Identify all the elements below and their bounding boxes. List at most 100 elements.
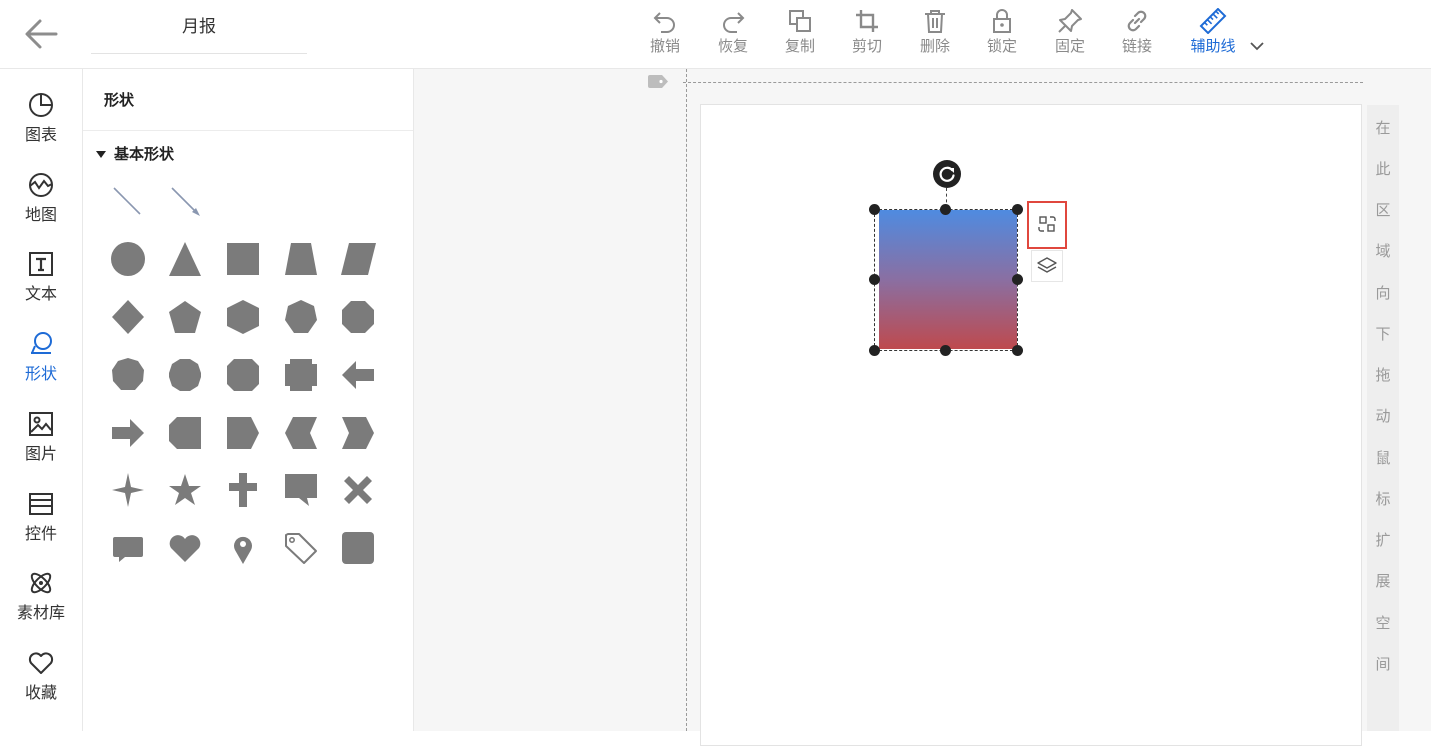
canvas-area[interactable]: 在 此 区 域 向 下 拖 动 鼠 标 扩 展 空 间 [414, 69, 1431, 746]
nav-item-map[interactable]: 地图 [0, 163, 82, 233]
shape-chevron-right[interactable] [334, 409, 382, 457]
resize-handle-top[interactable] [940, 204, 951, 215]
pin-button[interactable]: 固定 [1042, 8, 1098, 64]
star-icon [169, 474, 201, 505]
resize-handle-bottom-left[interactable] [869, 345, 880, 356]
shape-square[interactable] [219, 235, 267, 283]
shape-pentagon-arrow[interactable] [219, 409, 267, 457]
shape-cross[interactable] [219, 466, 267, 514]
trash-icon [925, 10, 945, 33]
replace-shape-button[interactable] [1027, 201, 1067, 249]
shape-arrow-line[interactable] [162, 178, 210, 226]
atom-icon [30, 572, 52, 594]
nav-label-widget: 控件 [24, 524, 57, 543]
cross-icon [229, 473, 257, 507]
pentagon-icon [169, 301, 201, 333]
layers-button[interactable] [1031, 250, 1063, 282]
hint-char: 鼠 [1375, 449, 1391, 467]
copy-label: 复制 [784, 37, 815, 55]
shape-five-point-star[interactable] [161, 466, 209, 514]
shape-trapezoid[interactable] [277, 235, 325, 283]
shape-circle[interactable] [104, 235, 152, 283]
guides-dropdown[interactable] [1248, 37, 1266, 55]
shape-dodecagon[interactable] [219, 351, 267, 399]
diamond-icon [112, 300, 144, 334]
hint-char: 空 [1375, 614, 1391, 632]
shape-notched-square[interactable] [277, 351, 325, 399]
link-button[interactable]: 链接 [1109, 8, 1165, 64]
nav-item-favorites[interactable]: 收藏 [0, 641, 82, 711]
nav-item-image[interactable]: 图片 [0, 402, 82, 472]
ruler-icon [1199, 8, 1227, 34]
shape-four-point-star[interactable] [104, 466, 152, 514]
lock-button[interactable]: 锁定 [974, 8, 1030, 64]
delete-button[interactable]: 删除 [907, 8, 963, 64]
shape-speech-bubble[interactable] [104, 524, 152, 572]
shape-left-arrow[interactable] [334, 351, 382, 399]
undo-button[interactable]: 撤销 [637, 8, 693, 64]
shape-line[interactable] [104, 178, 152, 226]
guide-handle[interactable] [646, 74, 670, 89]
shape-hexagon[interactable] [219, 293, 267, 341]
shape-triangle[interactable] [161, 235, 209, 283]
section-basic-shapes[interactable]: 基本形状 [96, 143, 174, 164]
redo-button[interactable]: 恢复 [705, 8, 761, 64]
shape-diamond[interactable] [104, 293, 152, 341]
shape-tag[interactable] [277, 524, 325, 572]
hexagon-icon [227, 300, 259, 334]
octagon-icon [342, 301, 374, 333]
back-button[interactable] [22, 16, 62, 52]
redo-icon [723, 12, 745, 33]
shape-octagon[interactable] [334, 293, 382, 341]
shape-callout[interactable] [277, 466, 325, 514]
nav-label-map: 地图 [24, 205, 57, 224]
expand-space-hint[interactable]: 在 此 区 域 向 下 拖 动 鼠 标 扩 展 空 间 [1367, 105, 1399, 731]
heart-icon [169, 535, 201, 562]
rotate-handle[interactable] [933, 160, 961, 188]
guides-button[interactable]: 辅助线 [1183, 8, 1243, 64]
hint-char: 拖 [1375, 366, 1391, 384]
horizontal-guide-line[interactable] [683, 82, 1363, 83]
shape-nonagon[interactable] [104, 351, 152, 399]
shape-pentagon[interactable] [161, 293, 209, 341]
nav-label-text: 文本 [24, 284, 57, 303]
nav-item-shapes[interactable]: 形状 [0, 322, 82, 392]
heart-outline-icon [28, 652, 54, 674]
nav-item-widget[interactable]: 控件 [0, 482, 82, 552]
nav-item-chart[interactable]: 图表 [0, 83, 82, 153]
vertical-guide-line[interactable] [686, 69, 687, 731]
cut-button[interactable]: 剪切 [839, 8, 895, 64]
shape-map-pin[interactable] [219, 524, 267, 572]
layers-icon [1037, 257, 1057, 273]
resize-handle-top-right[interactable] [1012, 204, 1023, 215]
link-label: 链接 [1121, 37, 1152, 55]
shape-parallelogram[interactable] [334, 235, 382, 283]
resize-handle-left[interactable] [869, 274, 880, 285]
triangle-icon [169, 242, 201, 276]
shape-rounded-square[interactable] [334, 524, 382, 572]
guides-label: 辅助线 [1190, 37, 1236, 55]
caret-down-icon [96, 151, 106, 158]
panel-title: 形状 [104, 91, 135, 109]
shape-right-arrow[interactable] [104, 409, 152, 457]
shape-heptagon[interactable] [277, 293, 325, 341]
copy-button[interactable]: 复制 [772, 8, 828, 64]
shape-chevron-left[interactable] [277, 409, 325, 457]
parallelogram-icon [341, 243, 376, 275]
swap-icon [1038, 216, 1056, 232]
selected-gradient-square[interactable] [879, 210, 1017, 349]
heptagon-icon [285, 300, 317, 333]
resize-handle-bottom-right[interactable] [1012, 345, 1023, 356]
nav-label-favorites: 收藏 [24, 683, 57, 702]
shape-heart[interactable] [161, 524, 209, 572]
resize-handle-top-left[interactable] [869, 204, 880, 215]
nav-item-text[interactable]: 文本 [0, 242, 82, 312]
resize-handle-right[interactable] [1012, 274, 1023, 285]
resize-handle-bottom[interactable] [940, 345, 951, 356]
nav-item-assets[interactable]: 素材库 [0, 561, 82, 631]
shape-x-mark[interactable] [334, 466, 382, 514]
shape-snipped-left[interactable] [161, 409, 209, 457]
shape-decagon[interactable] [161, 351, 209, 399]
left-nav: 图表 地图 文本 形状 图片 控件 素材库 收藏 [0, 69, 83, 731]
document-title[interactable]: 月报 [91, 10, 307, 54]
